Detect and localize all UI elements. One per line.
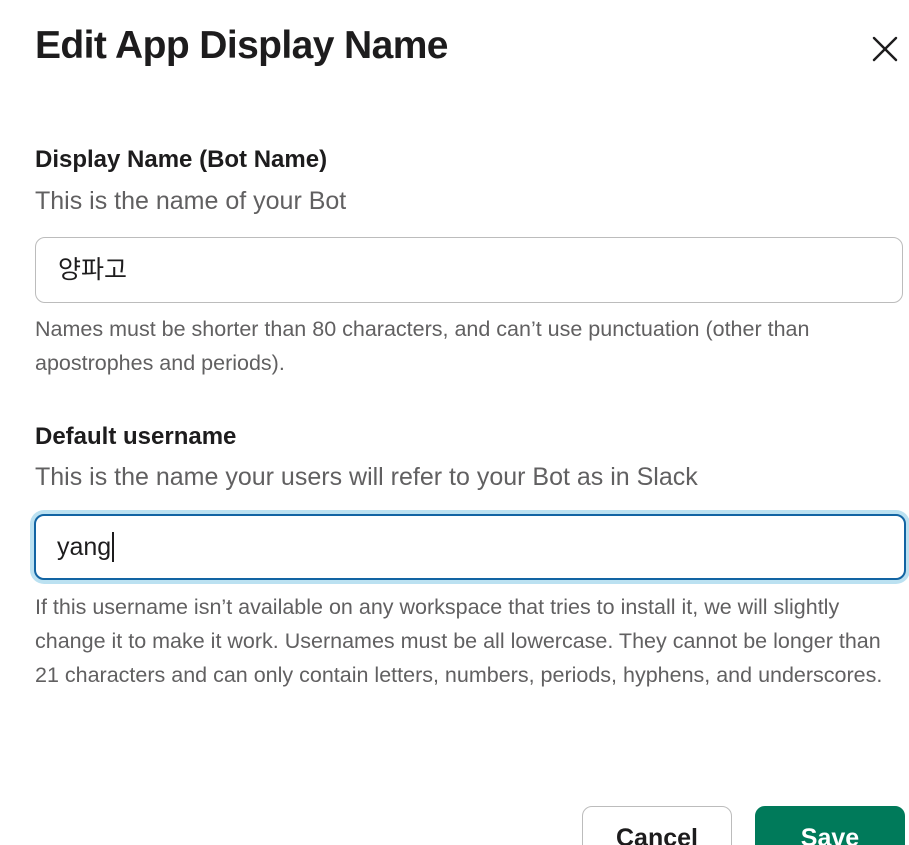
default-username-input-value: yang [57, 533, 112, 561]
text-caret [112, 532, 115, 563]
dialog-title: Edit App Display Name [35, 24, 448, 67]
default-username-description: This is the name your users will refer t… [35, 463, 698, 491]
edit-app-display-name-dialog: Edit App Display Name Display Name (Bot … [0, 0, 909, 845]
display-name-help-text: Names must be shorter than 80 characters… [35, 317, 810, 375]
close-icon [872, 36, 898, 62]
save-button[interactable]: Save [755, 806, 905, 845]
display-name-description: This is the name of your Bot [35, 187, 347, 215]
close-button[interactable] [866, 30, 904, 68]
default-username-input[interactable]: yang [34, 514, 906, 580]
cancel-button[interactable]: Cancel [582, 806, 732, 845]
default-username-help-text: If this username isn’t available on any … [35, 595, 883, 687]
display-name-input[interactable]: 양파고 [35, 237, 903, 303]
display-name-input-value: 양파고 [58, 256, 128, 284]
default-username-label: Default username [35, 423, 237, 450]
display-name-label: Display Name (Bot Name) [35, 146, 328, 173]
